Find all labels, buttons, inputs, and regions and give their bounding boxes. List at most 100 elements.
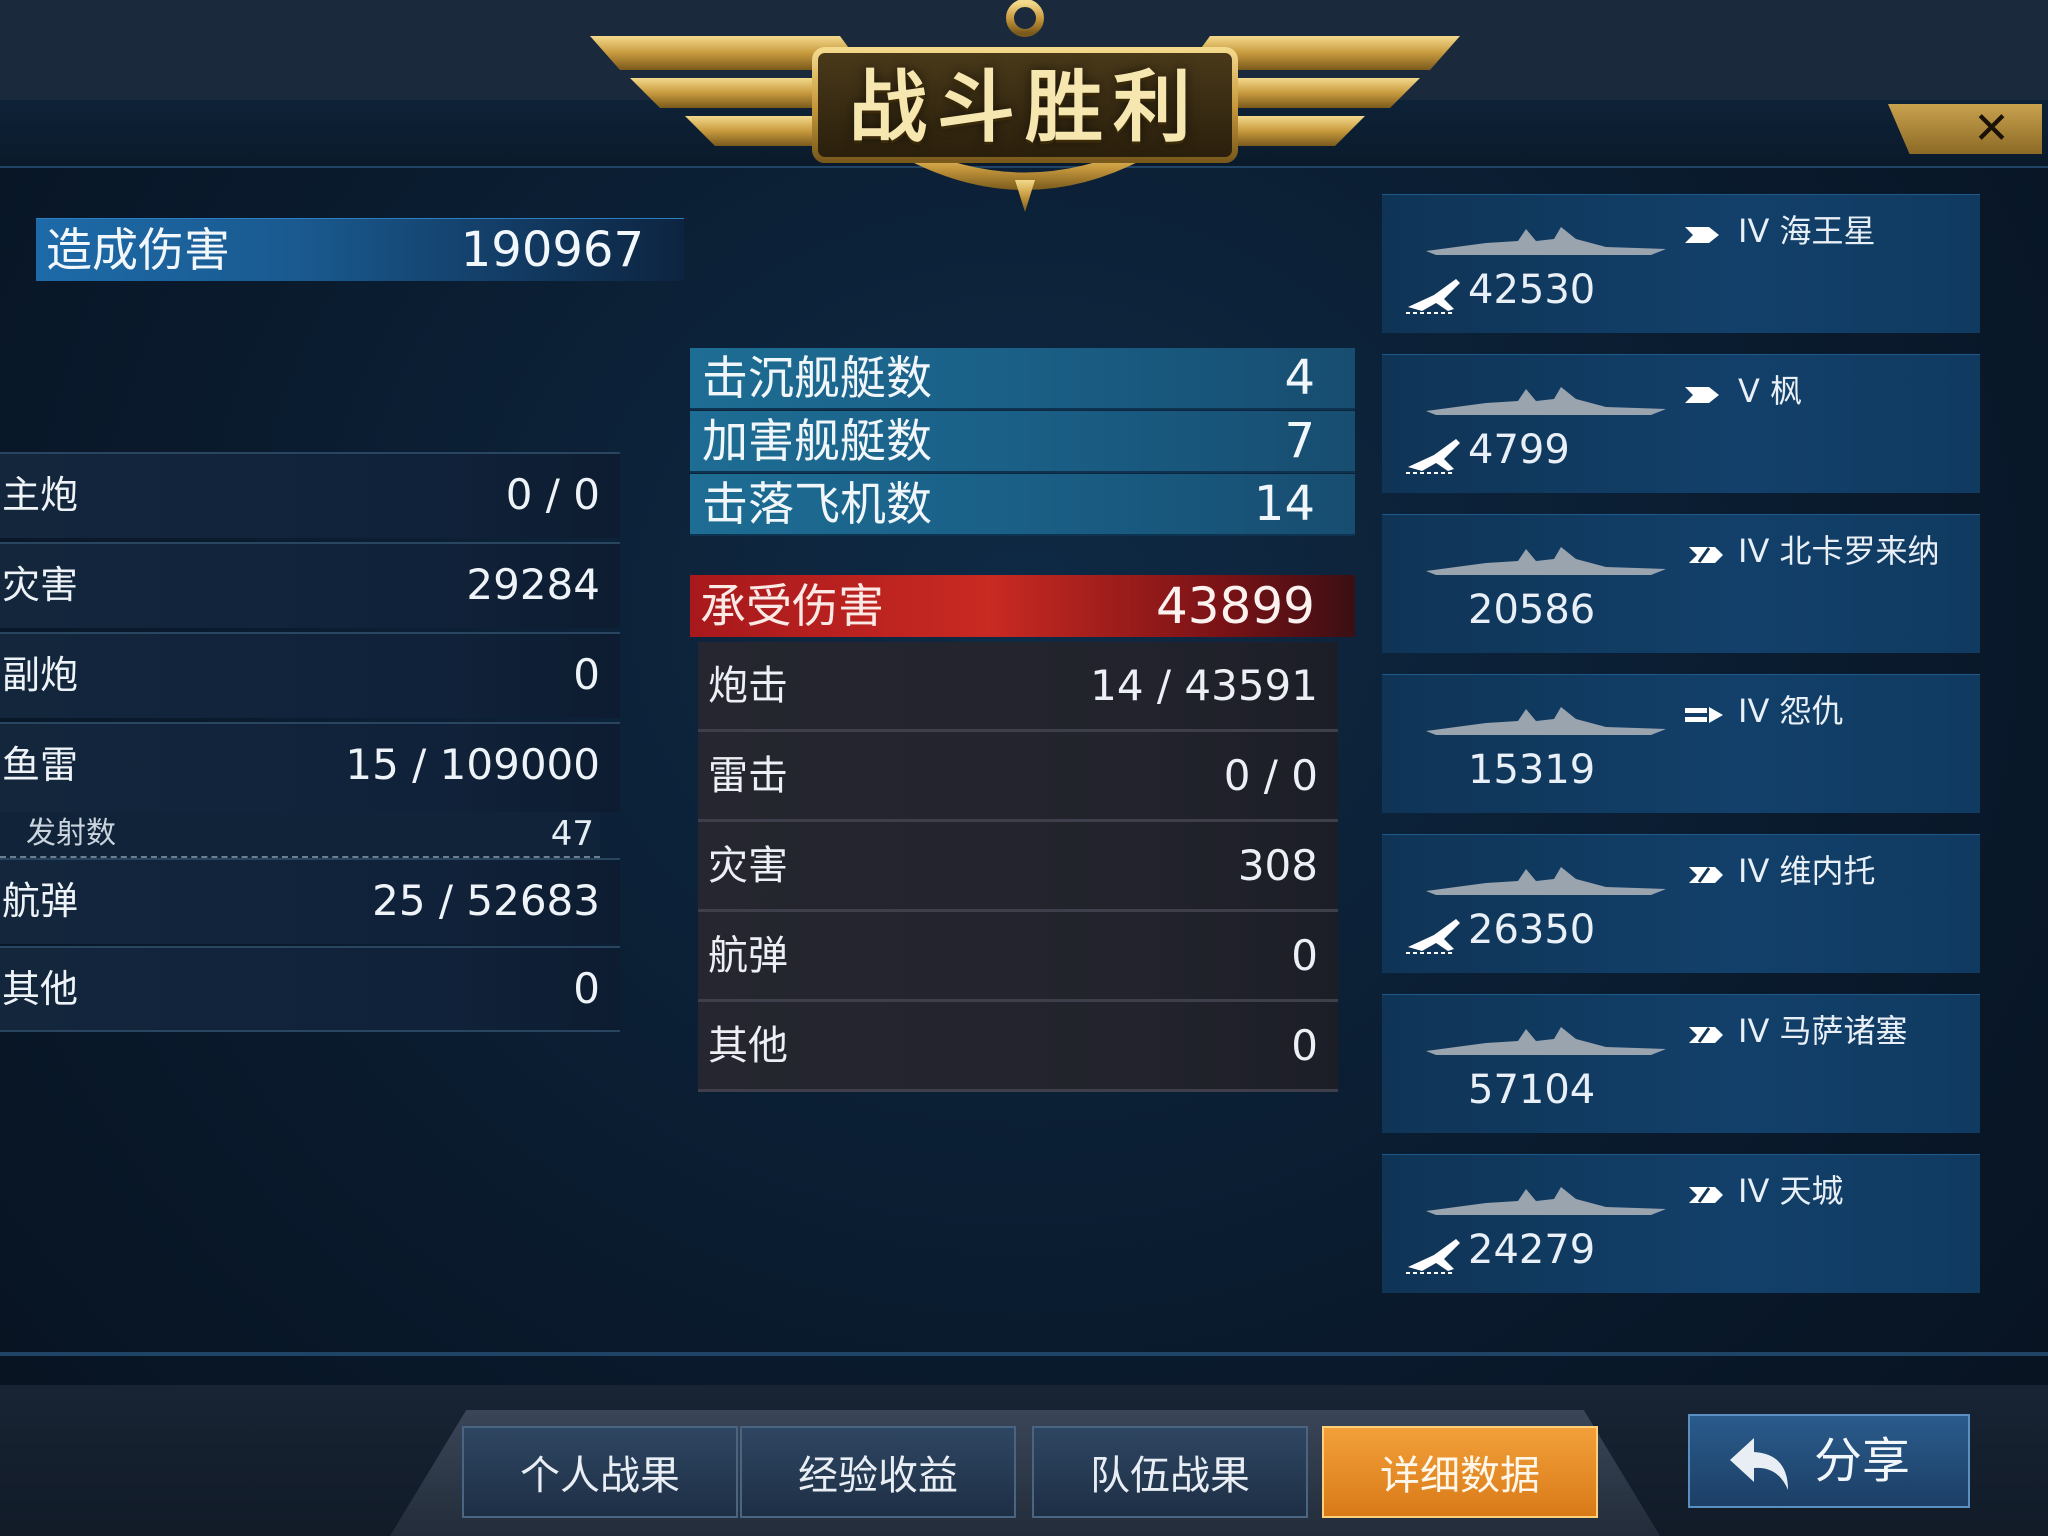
- ship-name: IV 海王星: [1738, 209, 1876, 253]
- ship-silhouette-icon: [1426, 1187, 1666, 1215]
- aircraft-kill-icon: [1406, 279, 1460, 314]
- tab-detailed-data[interactable]: 详细数据: [1322, 1426, 1598, 1518]
- ship-name: V 枫: [1738, 369, 1802, 413]
- aircraft-kill-icon: [1406, 919, 1460, 954]
- ship-damage-value: 15319: [1468, 747, 1596, 793]
- row-value: 47: [550, 814, 594, 854]
- row-value: 15 / 109000: [345, 740, 600, 789]
- cruiser-icon: [1689, 1027, 1723, 1043]
- ship-name-text: 天城: [1779, 1172, 1844, 1210]
- row-label: 发射数: [26, 816, 116, 851]
- ship-damage-value: 4799: [1468, 427, 1570, 473]
- row-value: 0: [573, 650, 600, 699]
- ship-card[interactable]: 42530 IV 海王星: [1382, 194, 1980, 333]
- ship-name: IV 马萨诸塞: [1738, 1009, 1908, 1053]
- tab-team-results[interactable]: 队伍战果: [1032, 1426, 1308, 1518]
- row-value: 0: [1291, 931, 1318, 980]
- row-value: 14: [1253, 476, 1315, 532]
- victory-title: 战斗胜利: [848, 63, 1201, 153]
- row-label: 其他: [708, 1023, 788, 1069]
- damage-row-main-gun: 主炮 0 / 0: [0, 452, 620, 538]
- damage-row-secondary-gun: 副炮 0: [0, 632, 620, 718]
- destroyer-icon: [1685, 227, 1719, 243]
- carrier-icon: [1685, 707, 1723, 723]
- ship-name: IV 天城: [1738, 1169, 1844, 1213]
- row-value: 308: [1237, 841, 1318, 890]
- row-value: 7: [1284, 413, 1315, 469]
- kills-damaged-row: 加害舰艇数 7: [690, 411, 1355, 473]
- ship-tier: IV: [1738, 532, 1770, 570]
- damage-row-other: 其他 0: [0, 946, 620, 1032]
- ship-tier: IV: [1738, 852, 1770, 890]
- ship-card[interactable]: 15319 IV 怨仇: [1382, 674, 1980, 813]
- damage-row-bomb: 航弹 25 / 52683: [0, 858, 620, 944]
- cruiser-icon: [1689, 547, 1723, 563]
- ship-card[interactable]: 26350 IV 维内托: [1382, 834, 1980, 973]
- ship-damage-value: 24279: [1468, 1227, 1596, 1273]
- ship-silhouette-icon: [1426, 867, 1666, 895]
- close-icon: ✕: [1973, 103, 2010, 154]
- row-label: 击沉舰艇数: [702, 351, 932, 405]
- kills-planes-row: 击落飞机数 14: [690, 474, 1355, 536]
- kills-sunk-row: 击沉舰艇数 4: [690, 348, 1355, 410]
- ship-silhouette-icon: [1426, 707, 1666, 735]
- close-button[interactable]: ✕: [1888, 104, 2042, 154]
- ship-tier: IV: [1738, 1172, 1770, 1210]
- damage-received-value: 43899: [1155, 577, 1315, 635]
- ship-tier: IV: [1738, 692, 1770, 730]
- row-label: 炮击: [708, 663, 788, 709]
- received-row-torpedo: 雷击 0 / 0: [698, 732, 1338, 822]
- received-row-gunfire: 炮击 14 / 43591: [698, 642, 1338, 732]
- share-back-arrow-icon: [1730, 1438, 1788, 1490]
- aircraft-kill-icon: [1406, 1239, 1460, 1274]
- row-label: 灾害: [708, 843, 788, 889]
- tab-personal-results[interactable]: 个人战果: [462, 1426, 738, 1518]
- row-label: 灾害: [2, 563, 79, 607]
- row-value: 4: [1284, 350, 1315, 406]
- row-label: 航弹: [708, 933, 788, 979]
- ship-name-text: 马萨诸塞: [1779, 1012, 1908, 1050]
- ship-card[interactable]: 57104 IV 马萨诸塞: [1382, 994, 1980, 1133]
- cruiser-icon: [1689, 1187, 1723, 1203]
- ship-damage-value: 42530: [1468, 267, 1596, 313]
- row-label: 其他: [2, 967, 79, 1011]
- destroyer-icon: [1685, 387, 1719, 403]
- row-label: 击落飞机数: [702, 477, 932, 531]
- damage-received-label: 承受伤害: [700, 579, 884, 633]
- ship-silhouette-icon: [1426, 387, 1666, 415]
- ship-damage-value: 20586: [1468, 587, 1596, 633]
- row-value: 14 / 43591: [1090, 661, 1318, 710]
- ship-tier: IV: [1738, 212, 1770, 250]
- share-button[interactable]: 分享: [1688, 1414, 1970, 1508]
- ship-silhouette-icon: [1426, 1027, 1666, 1055]
- ship-card[interactable]: 24279 IV 天城: [1382, 1154, 1980, 1293]
- damage-dealt-label: 造成伤害: [46, 223, 230, 277]
- ship-tier: IV: [1738, 1012, 1770, 1050]
- ship-name: IV 北卡罗来纳: [1738, 529, 1940, 573]
- damage-received-header: 承受伤害 43899: [690, 575, 1355, 637]
- ship-name-text: 枫: [1770, 372, 1803, 410]
- ship-silhouette-icon: [1426, 547, 1666, 575]
- row-value: 0 / 0: [505, 470, 600, 519]
- torpedo-launched-row: 发射数 47: [0, 812, 600, 858]
- ship-tier: V: [1738, 372, 1760, 410]
- ship-damage-value: 26350: [1468, 907, 1596, 953]
- tab-experience-gain[interactable]: 经验收益: [740, 1426, 1016, 1518]
- row-value: 29284: [466, 560, 600, 609]
- ship-silhouette-icon: [1426, 227, 1666, 255]
- ship-name-text: 海王星: [1779, 212, 1876, 250]
- ship-name: IV 怨仇: [1738, 689, 1844, 733]
- row-label: 雷击: [708, 753, 788, 799]
- received-row-disaster: 灾害 308: [698, 822, 1338, 912]
- ship-name-text: 怨仇: [1779, 692, 1844, 730]
- ship-name-text: 北卡罗来纳: [1779, 532, 1940, 570]
- row-label: 航弹: [2, 879, 79, 923]
- ship-name: IV 维内托: [1738, 849, 1876, 893]
- damage-dealt-header: 造成伤害 190967: [36, 218, 684, 281]
- share-label: 分享: [1814, 1433, 1911, 1489]
- ship-card[interactable]: 20586 IV 北卡罗来纳: [1382, 514, 1980, 653]
- damage-dealt-value: 190967: [460, 222, 644, 278]
- row-value: 0: [1291, 1021, 1318, 1070]
- ship-card[interactable]: 4799 V 枫: [1382, 354, 1980, 493]
- bottom-divider: [0, 1352, 2048, 1356]
